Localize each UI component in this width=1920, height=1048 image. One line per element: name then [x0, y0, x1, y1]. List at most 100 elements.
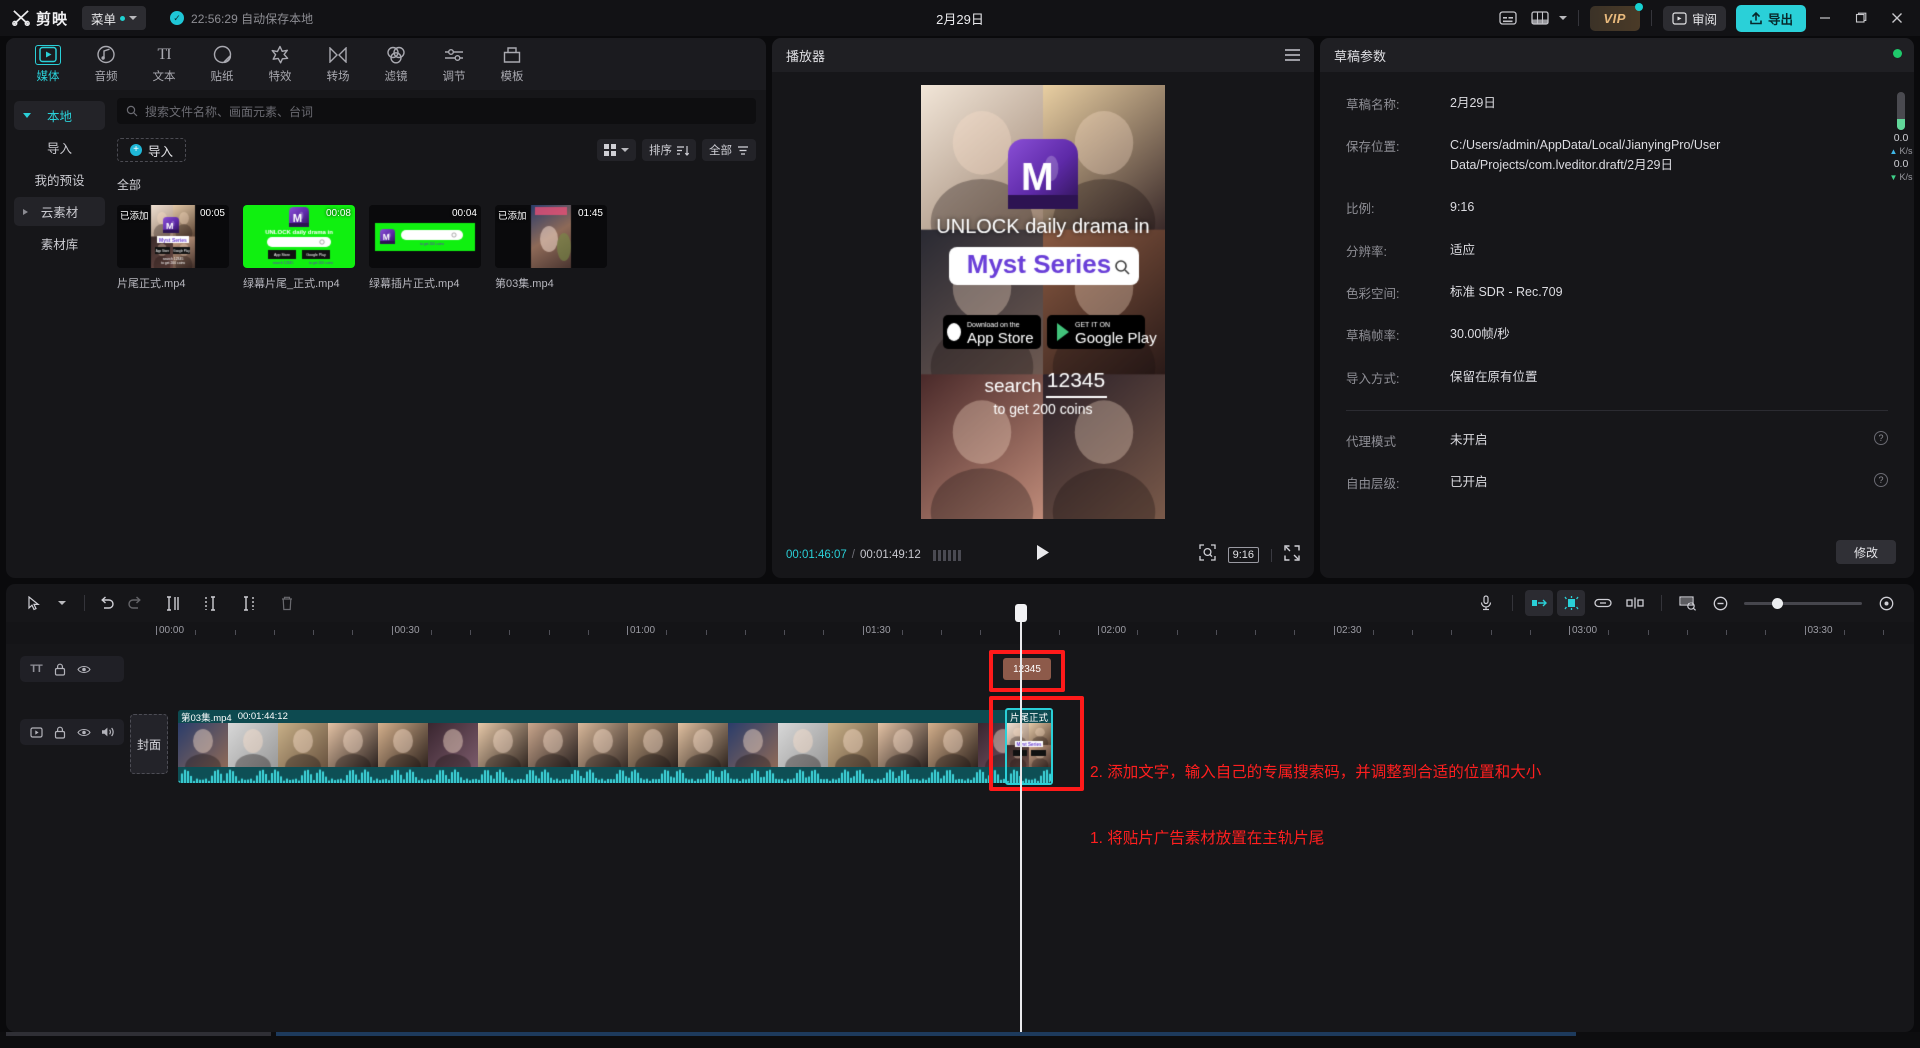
video-preview[interactable] — [921, 85, 1165, 519]
layout-chevron-down-icon[interactable] — [1558, 16, 1567, 20]
search-bar[interactable]: 搜索文件名称、画面元素、台词 — [117, 98, 756, 124]
undo-icon[interactable] — [93, 590, 121, 616]
frame-bars-icon[interactable] — [932, 549, 961, 561]
lock-icon[interactable] — [50, 659, 70, 679]
help-icon[interactable]: ? — [1874, 473, 1888, 488]
tab-audio[interactable]: 音频 — [78, 41, 134, 87]
tab-transition[interactable]: 转场 — [310, 41, 366, 87]
volume-icon[interactable] — [98, 722, 118, 742]
maximize-icon[interactable] — [1844, 4, 1878, 32]
help-icon[interactable]: ? — [1874, 431, 1888, 445]
media-item[interactable]: 已添加 01:45 第03集.mp4 — [495, 205, 607, 291]
ruler-minor-tick — [1843, 630, 1845, 635]
cover-button[interactable]: 封面 — [130, 714, 168, 774]
sort-button[interactable]: 排序 — [642, 139, 696, 161]
ruler-minor-tick — [941, 630, 942, 635]
timeline-ruler[interactable]: 00:00 00:30 01:00 01:30 02:00 02:30 03:00 03:30 — [6, 622, 1914, 644]
close-icon[interactable] — [1880, 4, 1914, 32]
snap-icon[interactable] — [1525, 590, 1553, 616]
params-title: 草稿参数 — [1334, 48, 1387, 64]
clip-frame — [278, 723, 328, 767]
param-key: 草稿名称: — [1346, 98, 1400, 112]
playhead[interactable] — [1015, 604, 1027, 1032]
play-button[interactable] — [1035, 544, 1051, 566]
media-item[interactable]: 00:04 绿幕插片正式.mp4 — [369, 205, 481, 291]
player-menu-icon[interactable] — [1285, 49, 1300, 61]
sidebar-item-4[interactable]: 素材库 — [14, 229, 105, 258]
link-icon[interactable] — [1589, 590, 1617, 616]
zoom-fit-icon[interactable] — [1872, 590, 1900, 616]
split-right-icon[interactable] — [235, 590, 263, 616]
meter-bar — [1897, 92, 1905, 130]
tab-effects[interactable]: 特效 — [252, 41, 308, 87]
transition-icon — [328, 45, 348, 65]
split-icon[interactable] — [197, 590, 225, 616]
tab-template[interactable]: 模板 — [484, 41, 540, 87]
ruler-major-tick — [1569, 626, 1570, 635]
text-clip[interactable]: 12345 — [1003, 658, 1051, 680]
zoom-out-icon[interactable] — [1706, 590, 1734, 616]
upload-value: 0.0 — [1893, 132, 1909, 144]
select-chevron-down-icon[interactable] — [48, 590, 76, 616]
select-icon[interactable] — [20, 590, 48, 616]
eye-icon[interactable] — [74, 659, 94, 679]
status-bar — [0, 1032, 1920, 1048]
download-value: 0.0 — [1893, 158, 1909, 171]
tab-filter[interactable]: 滤镜 — [368, 41, 424, 87]
player-right-controls: 9:16 — [1198, 544, 1300, 566]
eye-icon[interactable] — [74, 722, 94, 742]
review-icon — [1672, 11, 1687, 25]
review-button[interactable]: 审阅 — [1662, 5, 1726, 31]
filter-button[interactable]: 全部 — [702, 139, 756, 161]
magnet-icon[interactable] — [1557, 590, 1585, 616]
sidebar-item-2[interactable]: 我的预设 — [14, 165, 105, 194]
tail-video-clip[interactable]: 片尾正式 — [1007, 710, 1051, 783]
sidebar-item-3[interactable]: 云素材 — [14, 197, 105, 226]
ruler-label: 01:00 — [630, 625, 656, 636]
ruler-minor-tick — [823, 630, 825, 635]
autosave-status: ✓ 22:56:29 自动保存本地 — [170, 10, 313, 27]
ruler-minor-tick — [1686, 630, 1688, 635]
media-item[interactable]: 00:08 绿幕片尾_正式.mp4 — [243, 205, 355, 291]
mic-icon[interactable] — [1472, 590, 1500, 616]
fullscreen-icon[interactable] — [1284, 544, 1300, 566]
minimize-icon[interactable] — [1808, 4, 1842, 32]
aspect-ratio-button[interactable]: 9:16 — [1227, 547, 1259, 563]
import-button[interactable]: + 导入 — [117, 138, 187, 162]
playhead-handle[interactable] — [1015, 604, 1027, 622]
layout-icon[interactable] — [1525, 5, 1555, 31]
menu-button[interactable]: 菜单 — [82, 6, 147, 30]
subtitle-icon[interactable] — [1493, 5, 1523, 31]
download-arrow-icon: ▼ — [1889, 172, 1898, 182]
thumbnail-icon[interactable] — [1674, 590, 1702, 616]
export-button[interactable]: 导出 — [1735, 4, 1806, 32]
tab-sticker[interactable]: 贴纸 — [194, 41, 250, 87]
mirror-icon[interactable] — [1621, 590, 1649, 616]
tab-adjust[interactable]: 调节 — [426, 41, 482, 87]
sort-icon — [677, 145, 689, 156]
sidebar-item-0[interactable]: 本地 — [14, 101, 105, 130]
ruler-minor-tick — [1451, 630, 1453, 635]
zoom-slider-handle[interactable] — [1772, 597, 1783, 609]
lock-icon[interactable] — [50, 722, 70, 742]
tail-clip-waveform — [1007, 767, 1051, 783]
chevron-down-icon — [621, 148, 629, 152]
vip-button[interactable]: VIP — [1589, 2, 1643, 31]
sidebar-item-1[interactable]: 导入 — [14, 133, 105, 162]
param-toggle-row: 代理模式 未开启? — [1346, 431, 1888, 450]
grid-view-button[interactable] — [597, 139, 636, 161]
split-left-icon[interactable] — [159, 590, 187, 616]
tab-text[interactable]: TI 文本 — [136, 41, 192, 87]
sort-label: 排序 — [649, 145, 672, 157]
ruler-major-tick — [156, 626, 157, 635]
autosave-text: 22:56:29 自动保存本地 — [191, 11, 314, 26]
modify-button[interactable]: 修改 — [1835, 540, 1896, 564]
media-item[interactable]: 已添加 00:05 片尾正式.mp4 — [117, 205, 229, 291]
main-video-clip[interactable]: 第03集.mp4 00:01:44:12 — [178, 710, 1028, 783]
tab-media[interactable]: 媒体 — [20, 41, 76, 87]
clip-frame — [578, 723, 628, 767]
zoom-slider[interactable] — [1744, 597, 1862, 609]
magnifier-icon[interactable] — [1198, 544, 1216, 566]
clip-waveform — [178, 767, 1028, 783]
chevron-down-icon — [129, 16, 138, 20]
